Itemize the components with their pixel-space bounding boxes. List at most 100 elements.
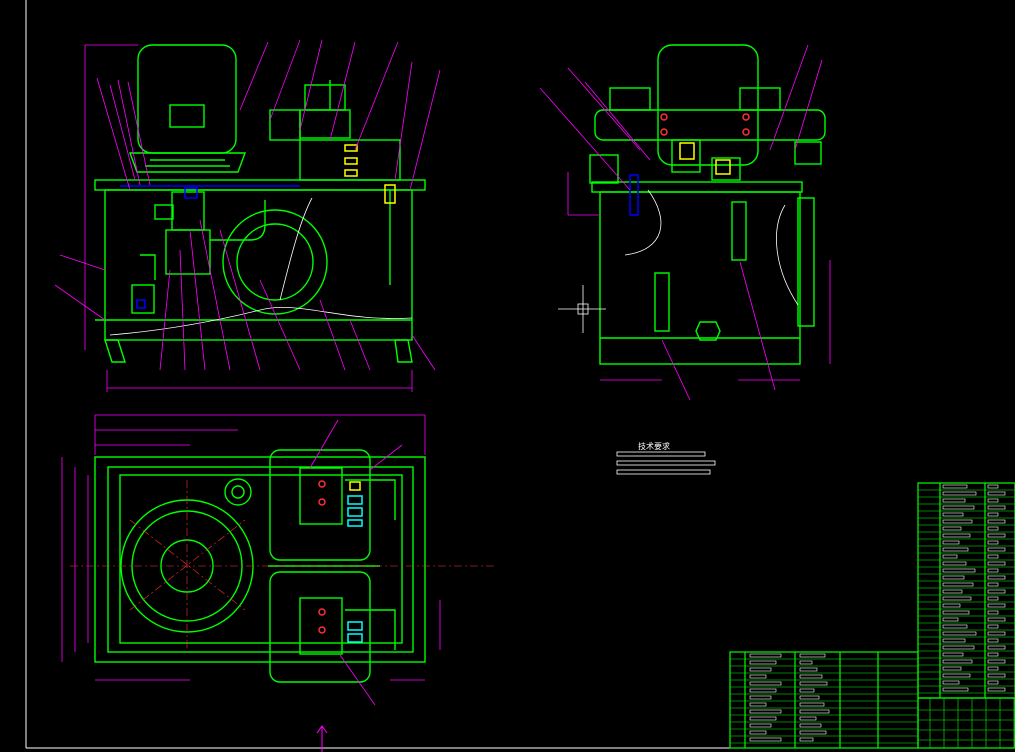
parts-row-text bbox=[987, 624, 999, 629]
parts-row-text bbox=[987, 512, 999, 517]
parts-row-text bbox=[987, 554, 999, 559]
tank-foot-right bbox=[394, 339, 413, 363]
side-motor-body bbox=[657, 44, 759, 166]
parts-row-text bbox=[987, 575, 1006, 580]
parts-row-text bbox=[987, 533, 1006, 538]
parts-row-text bbox=[749, 653, 782, 658]
parts-row-text bbox=[799, 723, 822, 728]
tank-foot-left bbox=[104, 339, 126, 363]
parts-row-text bbox=[749, 716, 777, 721]
parts-row-text bbox=[749, 737, 782, 742]
parts-row-text bbox=[749, 667, 772, 672]
parts-row-text bbox=[799, 660, 813, 665]
parts-row-text bbox=[749, 674, 767, 679]
parts-row-text bbox=[987, 610, 999, 615]
parts-row-text bbox=[942, 519, 973, 524]
breather bbox=[224, 478, 252, 506]
parts-row-text bbox=[987, 596, 999, 601]
parts-row-text bbox=[942, 652, 964, 657]
parts-row-text bbox=[942, 638, 966, 643]
parts-row-text bbox=[942, 505, 975, 510]
parts-row-text bbox=[749, 702, 767, 707]
parts-row-text bbox=[942, 610, 970, 615]
parts-row-text bbox=[942, 498, 966, 503]
parts-row-text bbox=[987, 484, 999, 489]
cad-drawing-canvas[interactable]: 技术要求 bbox=[0, 0, 1015, 752]
parts-row-text bbox=[942, 540, 960, 545]
parts-row-text bbox=[987, 582, 999, 587]
parts-row-text bbox=[799, 681, 828, 686]
parts-row-text bbox=[942, 512, 964, 517]
parts-row-text bbox=[987, 659, 1006, 664]
parts-row-text bbox=[987, 680, 999, 685]
top-tank-outline bbox=[94, 456, 426, 663]
parts-row-text bbox=[942, 603, 961, 608]
parts-row-text bbox=[987, 687, 1006, 692]
parts-row-text bbox=[987, 603, 1006, 608]
valve-block bbox=[269, 109, 301, 141]
parts-row-text bbox=[942, 533, 971, 538]
side-view-leaders bbox=[539, 44, 831, 401]
front-view-leaders bbox=[54, 39, 441, 392]
parts-row-text bbox=[987, 505, 1006, 510]
parts-row-text bbox=[987, 652, 999, 657]
parts-row-text bbox=[942, 582, 974, 587]
parts-row-text bbox=[942, 547, 969, 552]
parts-row-text bbox=[942, 561, 967, 566]
motor-body bbox=[137, 44, 237, 154]
parts-row-text bbox=[987, 561, 1006, 566]
parts-row-text bbox=[942, 673, 971, 678]
parts-row-text bbox=[942, 666, 962, 671]
parts-row-text bbox=[987, 673, 1006, 678]
parts-row-text bbox=[799, 716, 817, 721]
parts-row-text bbox=[942, 526, 962, 531]
parts-row-text bbox=[987, 540, 999, 545]
parts-row-text bbox=[749, 688, 777, 693]
parts-row-text bbox=[942, 680, 960, 685]
parts-row-text bbox=[749, 709, 782, 714]
parts-row-text bbox=[987, 526, 999, 531]
parts-row-text bbox=[987, 666, 999, 671]
parts-row-text bbox=[987, 519, 1006, 524]
parts-row-text bbox=[749, 723, 772, 728]
parts-row-text bbox=[942, 554, 958, 559]
parts-row-text bbox=[799, 737, 814, 742]
side-tank-lid bbox=[591, 181, 803, 193]
parts-row-text bbox=[799, 730, 827, 735]
sight-glass-left bbox=[654, 272, 670, 332]
parts-row-text bbox=[799, 688, 815, 693]
parts-row-text bbox=[942, 596, 972, 601]
tech-req-title: 技术要求 bbox=[638, 441, 670, 451]
parts-row-text bbox=[749, 660, 777, 665]
parts-row-text bbox=[942, 568, 976, 573]
parts-row-text bbox=[987, 491, 1006, 496]
tank-lid bbox=[94, 179, 426, 191]
parts-row-text bbox=[987, 498, 999, 503]
top-view-fittings bbox=[318, 480, 363, 643]
parts-row-text bbox=[987, 568, 999, 573]
parts-row-text bbox=[799, 695, 820, 700]
parts-row-text bbox=[987, 638, 999, 643]
parts-row-text bbox=[987, 589, 1006, 594]
parts-row-text bbox=[942, 631, 977, 636]
parts-row-text bbox=[799, 667, 818, 672]
parts-row-text bbox=[749, 695, 772, 700]
parts-row-text bbox=[799, 702, 825, 707]
crosshair-icon bbox=[558, 285, 606, 333]
parts-row-text bbox=[942, 645, 975, 650]
front-view-fittings bbox=[120, 144, 396, 309]
parts-row-text bbox=[799, 709, 830, 714]
parts-row-text bbox=[942, 687, 969, 692]
parts-row-text bbox=[987, 617, 1006, 622]
parts-row-text bbox=[987, 645, 1006, 650]
drawing-frame bbox=[25, 0, 1015, 749]
side-view[interactable] bbox=[589, 44, 826, 365]
front-view[interactable] bbox=[94, 44, 426, 363]
side-view-break-line bbox=[624, 189, 799, 306]
parts-row-text bbox=[942, 617, 959, 622]
parts-row-text bbox=[942, 589, 963, 594]
motor-nameplate bbox=[169, 104, 205, 128]
sight-glass-right bbox=[731, 201, 747, 261]
parts-row-text bbox=[942, 624, 968, 629]
parts-row-text bbox=[942, 484, 968, 489]
